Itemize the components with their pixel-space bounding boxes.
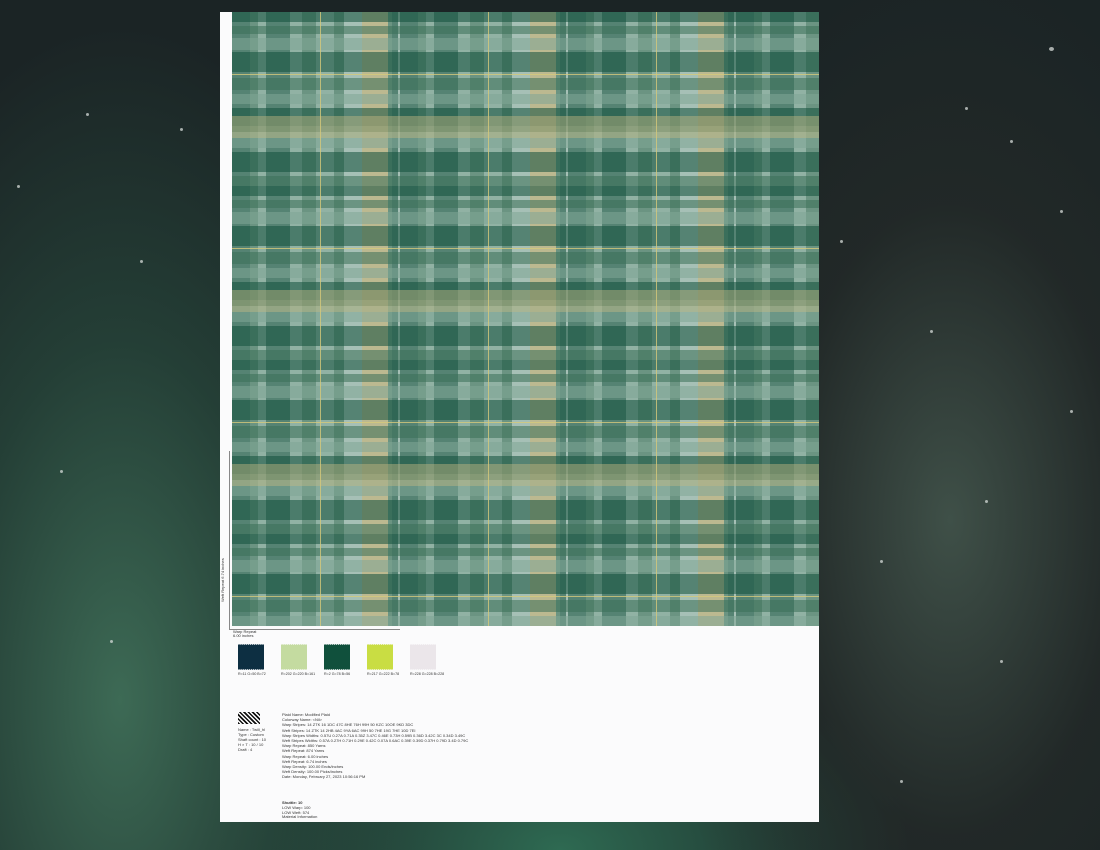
accent-thread [232,74,819,75]
accent-thread [656,12,657,626]
accent-thread [488,12,489,626]
color-swatch: R=11 G=50 B=72 [238,644,266,676]
plaid-info-block: Plaid Name: Modified Plaid Colorway Name… [282,712,468,780]
swatch-rgb-label: R=11 G=50 B=72 [238,672,266,676]
color-swatch: R=202 G=220 B=161 [281,644,315,676]
warp-repeat-value: 6.00 inches [233,633,254,638]
swatch-rgb-label: R=228 G=228 B=228 [410,672,445,676]
info-line: Date: Monday, February 27, 2023 10:56:16… [282,774,366,780]
accent-thread [232,248,819,249]
color-swatch: R=228 G=228 B=228 [410,644,444,676]
color-swatch: R=2 G=78 B=56 [324,644,351,676]
weave-pattern-icon [238,712,260,724]
weave-line: Draft : 4 [238,747,253,752]
swatch-chip [281,644,307,670]
weft-repeat-label: Weft Repeat 6.74 inches [220,558,225,602]
swatch-rgb-label: R=202 G=220 B=161 [281,672,316,676]
swatch-rgb-label: R=2 G=78 B=56 [324,672,351,676]
swatch-chip [367,644,393,670]
color-swatch: R=217 G=222 B=78 [367,644,399,676]
swatch-rgb-label: R=217 G=222 B=78 [367,672,400,676]
plaid-spec-sheet: Weft Repeat 6.74 inches Warp Repeat 6.00… [220,12,819,822]
swatch-chip [238,644,264,670]
accent-thread [232,422,819,423]
footer-line: Material Information [282,814,318,820]
weave-info: Name : Twill_hl Type : Custom Shaft coun… [238,712,278,752]
swatch-chip [410,644,436,670]
repeat-guide-frame [229,451,400,630]
swatch-chip [324,644,350,670]
footer-block: Shuttle: 10 LOW Warp: 100 LOW Weft: 574 … [282,800,318,820]
color-swatch-row: R=11 G=50 B=72 R=202 G=220 B=161 R=2 G=7… [238,644,444,676]
